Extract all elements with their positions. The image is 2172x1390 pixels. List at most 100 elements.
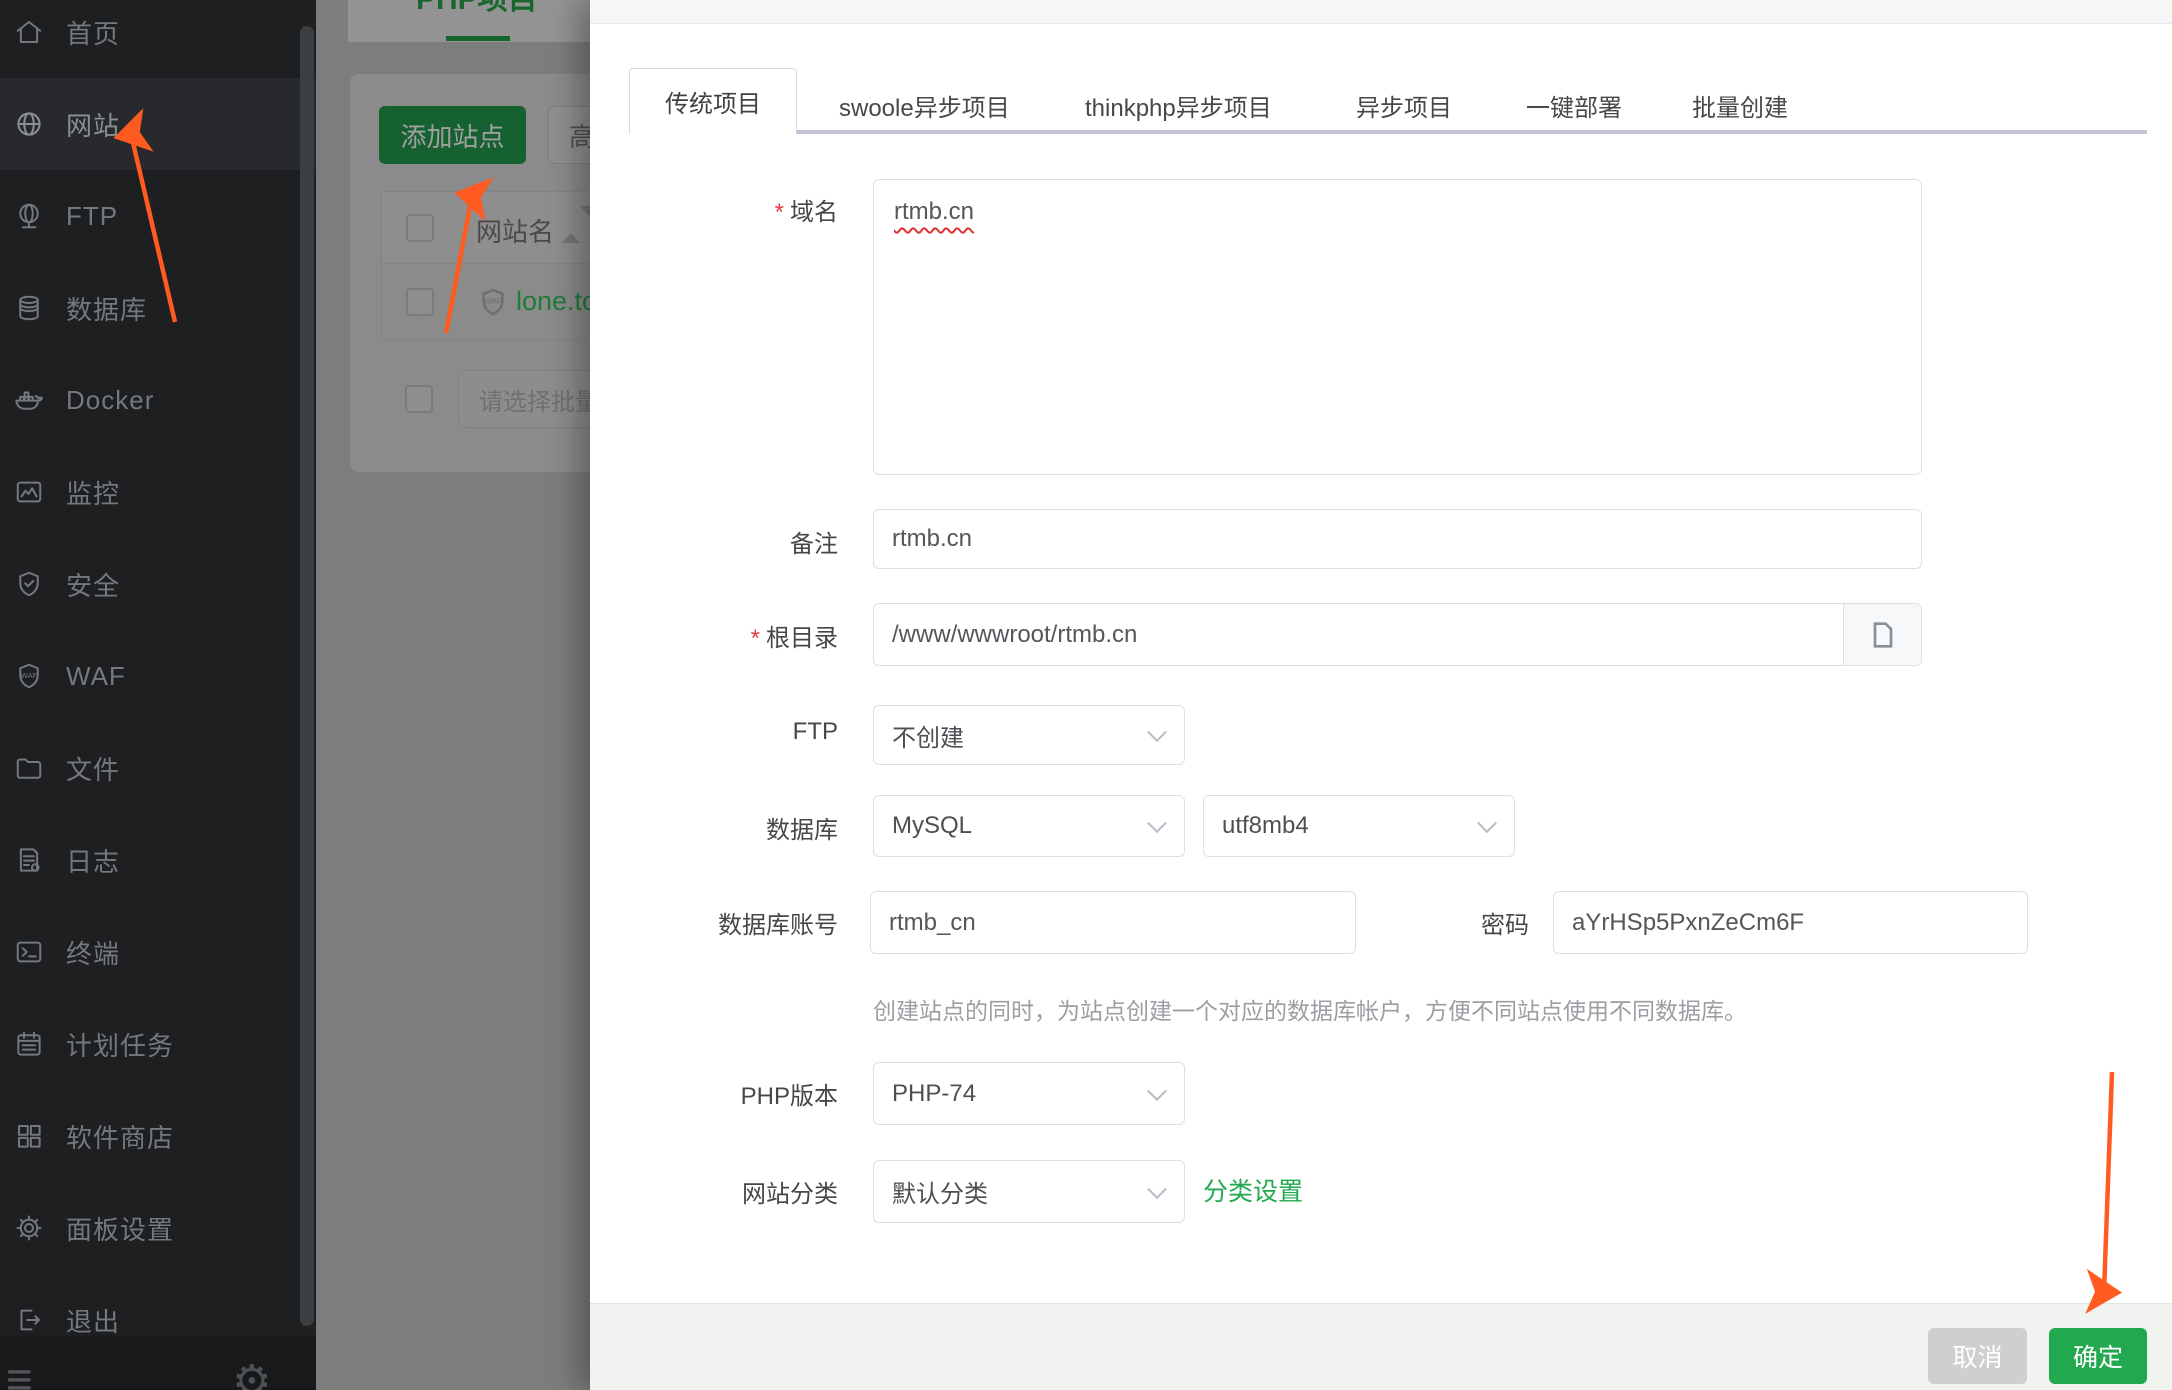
sidebar-item-label: 终端 <box>66 938 121 969</box>
site-category-label: 网站分类 <box>742 1181 838 1208</box>
dimmed-background-page: PHP项目 添加站点 高 网站名 WAF lone.to 请选择批量 <box>316 0 590 1390</box>
sidebar-item-website[interactable]: 网站 <box>0 78 316 170</box>
chevron-down-icon <box>1147 813 1167 834</box>
sidebar: 首页 网站 FTP 数据库 Docker 监控 安全 WAF WAF 文件 日志… <box>0 0 316 1390</box>
chevron-down-icon <box>1477 813 1497 834</box>
monitor-icon <box>14 477 44 507</box>
tab-batch-create[interactable]: 批量创建 <box>1692 88 1788 123</box>
sidebar-item-label: 监控 <box>66 478 121 509</box>
database-icon <box>14 293 44 323</box>
site-category-select[interactable]: 默认分类 <box>873 1160 1185 1223</box>
tab-thinkphp-async[interactable]: thinkphp异步项目 <box>1085 88 1272 123</box>
background-tab-strip: PHP项目 <box>348 0 590 42</box>
folder-picker-button[interactable] <box>1843 604 1921 665</box>
php-version-label: PHP版本 <box>740 1083 838 1110</box>
db-password-input[interactable] <box>1553 891 2028 954</box>
add-site-button[interactable]: 添加站点 <box>379 106 526 164</box>
category-settings-link[interactable]: 分类设置 <box>1203 1172 1303 1208</box>
hamburger-icon[interactable]: ≡ <box>6 1356 33 1390</box>
database-charset-select[interactable]: utf8mb4 <box>1203 795 1515 857</box>
tab-bar-underline <box>797 130 2147 134</box>
sidebar-item-terminal[interactable]: 终端 <box>0 906 316 998</box>
sidebar-item-label: FTP <box>66 200 119 231</box>
sidebar-item-label: 面板设置 <box>66 1214 175 1245</box>
site-table: 网站名 WAF lone.to <box>381 191 590 341</box>
sidebar-item-database[interactable]: 数据库 <box>0 262 316 354</box>
database-engine-select[interactable]: MySQL <box>873 795 1185 857</box>
root-path-input[interactable] <box>874 604 1843 665</box>
background-tab-underline <box>446 36 510 41</box>
sidebar-item-appstore[interactable]: 软件商店 <box>0 1090 316 1182</box>
site-category-value: 默认分类 <box>892 1181 988 1208</box>
waf-shield-icon: WAF <box>14 661 44 691</box>
select-all-checkbox[interactable] <box>406 214 434 242</box>
waf-shield-icon: WAF <box>477 285 509 324</box>
cancel-button[interactable]: 取消 <box>1928 1328 2027 1384</box>
tab-one-click-deploy[interactable]: 一键部署 <box>1526 88 1622 123</box>
sidebar-item-label: 数据库 <box>66 294 148 325</box>
sidebar-item-logs[interactable]: 日志 <box>0 814 316 906</box>
gear-icon <box>14 1213 44 1243</box>
confirm-button[interactable]: 确定 <box>2049 1328 2147 1384</box>
sidebar-item-files[interactable]: 文件 <box>0 722 316 814</box>
sidebar-item-cron[interactable]: 计划任务 <box>0 998 316 1090</box>
shield-check-icon <box>14 569 44 599</box>
php-version-select[interactable]: PHP-74 <box>873 1062 1185 1125</box>
logout-icon <box>14 1305 44 1335</box>
database-engine-value: MySQL <box>892 812 973 839</box>
remark-label: 备注 <box>790 531 838 558</box>
db-account-label: 数据库账号 <box>718 912 838 939</box>
sidebar-item-waf[interactable]: WAF WAF <box>0 630 316 722</box>
terminal-icon <box>14 937 44 967</box>
background-active-tab[interactable]: PHP项目 <box>416 0 538 18</box>
sidebar-item-label: 软件商店 <box>66 1122 175 1153</box>
ftp-label: FTP <box>792 718 838 745</box>
remark-input[interactable] <box>873 509 1922 569</box>
advanced-filter-button[interactable]: 高 <box>548 106 590 164</box>
sidebar-item-home[interactable]: 首页 <box>0 0 316 78</box>
folder-icon <box>1873 621 1892 648</box>
sidebar-item-docker[interactable]: Docker <box>0 354 316 446</box>
sidebar-item-label: 退出 <box>66 1306 121 1337</box>
database-label: 数据库 <box>766 817 838 844</box>
site-name-link[interactable]: lone.to <box>516 286 590 317</box>
app-grid-icon <box>14 1121 44 1151</box>
domain-textarea[interactable]: rtmb.cn <box>873 179 1922 475</box>
sidebar-item-monitor[interactable]: 监控 <box>0 446 316 538</box>
sidebar-item-label: 文件 <box>66 754 121 785</box>
svg-text:WAF: WAF <box>484 297 502 306</box>
db-password-label: 密码 <box>1481 912 1529 939</box>
modal-top-strip <box>590 0 2172 24</box>
required-asterisk: * <box>774 199 784 226</box>
ftp-select[interactable]: 不创建 <box>873 705 1185 765</box>
root-path-group <box>873 603 1922 666</box>
batch-action-select[interactable]: 请选择批量 <box>458 370 590 428</box>
sidebar-item-panel-settings[interactable]: 面板设置 <box>0 1182 316 1274</box>
chevron-down-icon <box>1147 722 1167 743</box>
sidebar-item-label: Docker <box>66 384 155 415</box>
sidebar-item-label: 首页 <box>66 18 121 49</box>
required-asterisk: * <box>750 625 760 652</box>
db-helper-text: 创建站点的同时，为站点创建一个对应的数据库帐户，方便不同站点使用不同数据库。 <box>873 998 1747 1024</box>
domain-value: rtmb.cn <box>894 198 975 225</box>
tab-async-project[interactable]: 异步项目 <box>1356 88 1452 123</box>
tab-swoole-async[interactable]: swoole异步项目 <box>839 88 1010 123</box>
docker-whale-icon <box>14 385 44 415</box>
home-icon <box>14 17 44 47</box>
site-name-column-header[interactable]: 网站名 <box>476 212 554 249</box>
tab-traditional-project[interactable]: 传统项目 <box>629 68 797 134</box>
sidebar-item-label: 计划任务 <box>66 1030 175 1061</box>
row-checkbox[interactable] <box>406 288 434 316</box>
table-row[interactable]: WAF lone.to <box>382 264 590 340</box>
chevron-down-icon <box>1147 1080 1167 1101</box>
globe-icon <box>14 109 44 139</box>
folder-icon <box>14 753 44 783</box>
sidebar-item-security[interactable]: 安全 <box>0 538 316 630</box>
batch-row-checkbox[interactable] <box>405 385 433 413</box>
svg-text:WAF: WAF <box>21 671 38 680</box>
db-account-input[interactable] <box>870 891 1356 954</box>
root-label: * 根目录 <box>750 625 838 652</box>
gear-icon[interactable]: ⚙ <box>232 1360 271 1390</box>
sidebar-scrollbar[interactable] <box>300 26 314 1326</box>
sidebar-item-ftp[interactable]: FTP <box>0 170 316 262</box>
